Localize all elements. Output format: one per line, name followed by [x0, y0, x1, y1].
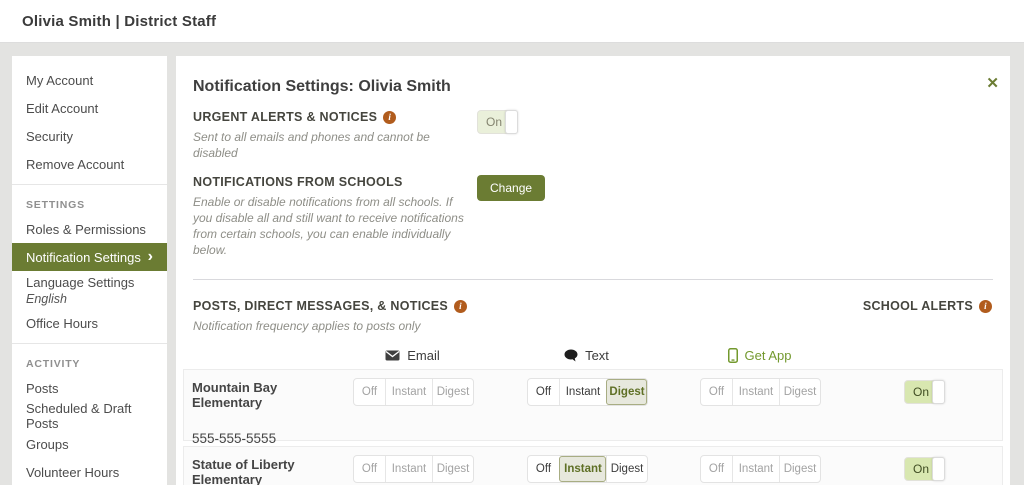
sidebar-item-remove-account[interactable]: Remove Account: [12, 150, 167, 178]
section-divider: [193, 279, 993, 280]
urgent-alerts-section: URGENT ALERTS & NOTICES i Sent to all em…: [193, 110, 992, 161]
app-instant-button[interactable]: Instant: [732, 379, 779, 405]
toggle-knob: [932, 380, 945, 404]
app-frequency-group: Off Instant Digest: [700, 378, 821, 406]
email-digest-button[interactable]: Digest: [432, 379, 473, 405]
posts-section-header: POSTS, DIRECT MESSAGES, & NOTICES i Noti…: [176, 299, 1010, 334]
app-digest-button[interactable]: Digest: [779, 379, 820, 405]
sidebar-item-my-account[interactable]: My Account: [12, 66, 167, 94]
toggle-state-label: On: [913, 385, 930, 399]
sidebar-item-label: Language Settings: [26, 274, 135, 290]
urgent-alerts-description: Sent to all emails and phones and cannot…: [193, 130, 430, 160]
school-row-mountain-bay: Mountain Bay Elementary 555-555-5555 Off…: [183, 369, 1003, 446]
notifications-from-schools-heading: NOTIFICATIONS FROM SCHOOLS: [193, 175, 403, 189]
text-frequency-group: Off Instant Digest: [527, 455, 648, 483]
channel-column-headers: Email Text Get App: [183, 348, 1003, 363]
email-off-button[interactable]: Off: [354, 379, 385, 405]
text-instant-button[interactable]: Instant: [559, 456, 606, 482]
app-digest-button[interactable]: Digest: [779, 456, 820, 482]
text-off-button[interactable]: Off: [528, 379, 559, 405]
email-instant-button[interactable]: Instant: [385, 379, 432, 405]
text-digest-button[interactable]: Digest: [606, 456, 647, 482]
notification-settings-panel: ✕ Notification Settings: Olivia Smith UR…: [176, 56, 1010, 485]
sidebar-item-label: My Account: [26, 72, 94, 88]
sidebar-section-settings: Settings: [26, 199, 85, 211]
notifications-from-schools-description: Enable or disable notifications from all…: [193, 195, 464, 257]
change-button[interactable]: Change: [477, 175, 546, 201]
app-instant-button[interactable]: Instant: [732, 456, 779, 482]
sidebar-item-roles-permissions[interactable]: Roles & Permissions: [12, 215, 167, 243]
sidebar-item-label: Scheduled & Draft Posts: [26, 401, 132, 431]
info-icon[interactable]: i: [979, 299, 992, 313]
app-off-button[interactable]: Off: [701, 379, 732, 405]
sidebar-item-posts[interactable]: Posts: [12, 374, 167, 402]
close-icon[interactable]: ✕: [986, 76, 999, 91]
notifications-from-schools-section: NOTIFICATIONS FROM SCHOOLS Enable or dis…: [193, 175, 992, 258]
toggle-state-label: On: [913, 462, 930, 476]
email-off-button[interactable]: Off: [354, 456, 385, 482]
school-phone: 555-555-5555: [192, 431, 277, 446]
text-digest-button[interactable]: Digest: [606, 379, 647, 405]
sidebar-item-label: Roles & Permissions: [26, 221, 146, 237]
email-frequency-group: Off Instant Digest: [353, 378, 474, 406]
user-context-title: Olivia Smith | District Staff: [22, 12, 217, 30]
sidebar-item-volunteer-hours[interactable]: Volunteer Hours: [12, 458, 167, 485]
info-icon[interactable]: i: [454, 299, 468, 313]
email-column-label: Email: [407, 348, 440, 363]
sidebar-item-label: Groups: [26, 436, 69, 452]
text-column-label: Text: [585, 348, 609, 363]
sidebar-item-office-hours[interactable]: Office Hours: [12, 309, 167, 337]
toggle-state-label: On: [486, 115, 503, 129]
school-notification-rows: Mountain Bay Elementary 555-555-5555 Off…: [183, 369, 1003, 485]
text-frequency-group: Off Instant Digest: [527, 378, 648, 406]
posts-description: Notification frequency applies to posts …: [193, 319, 421, 333]
sidebar-item-label: Security: [26, 128, 73, 144]
sidebar-item-language-settings[interactable]: Language Settings English: [12, 271, 167, 309]
email-instant-button[interactable]: Instant: [385, 456, 432, 482]
school-row-statue-of-liberty: Statue of Liberty Elementary 555-555-555…: [183, 446, 1003, 485]
toggle-knob: [505, 110, 518, 134]
page-title: Notification Settings: Olivia Smith: [193, 78, 451, 95]
sidebar-divider: [12, 343, 167, 344]
sidebar-item-label: Edit Account: [26, 100, 99, 116]
email-frequency-group: Off Instant Digest: [353, 455, 474, 483]
app-frequency-group: Off Instant Digest: [700, 455, 821, 483]
get-app-link[interactable]: Get App: [745, 348, 792, 363]
sidebar-item-groups[interactable]: Groups: [12, 430, 167, 458]
page-layout: My Account Edit Account Security Remove …: [0, 42, 1024, 485]
sidebar-item-edit-account[interactable]: Edit Account: [12, 94, 167, 122]
toggle-knob: [932, 457, 945, 481]
language-current-value: English: [26, 291, 67, 306]
school-alerts-toggle[interactable]: On: [904, 457, 945, 481]
text-message-icon: [564, 349, 578, 362]
email-digest-button[interactable]: Digest: [432, 456, 473, 482]
info-icon[interactable]: i: [383, 110, 397, 124]
sidebar-item-label: Posts: [26, 380, 59, 396]
sidebar-item-notification-settings[interactable]: Notification Settings ›: [12, 243, 167, 271]
text-off-button[interactable]: Off: [528, 456, 559, 482]
mobile-app-icon: [727, 348, 738, 363]
school-alerts-toggle[interactable]: On: [904, 380, 945, 404]
sidebar-item-scheduled-draft-posts[interactable]: Scheduled & Draft Posts: [12, 401, 167, 431]
text-instant-button[interactable]: Instant: [559, 379, 606, 405]
sidebar-section-activity: Activity: [26, 358, 81, 370]
urgent-alerts-heading: URGENT ALERTS & NOTICES: [193, 110, 378, 124]
sidebar-divider: [12, 184, 167, 185]
app-off-button[interactable]: Off: [701, 456, 732, 482]
sidebar-item-security[interactable]: Security: [12, 122, 167, 150]
sidebar-item-label: Remove Account: [26, 156, 125, 172]
sidebar: My Account Edit Account Security Remove …: [12, 56, 167, 485]
sidebar-item-label: Volunteer Hours: [26, 464, 120, 480]
sidebar-item-label: Notification Settings: [26, 249, 141, 265]
chevron-right-icon: ›: [147, 248, 153, 265]
sidebar-item-label: Office Hours: [26, 315, 99, 331]
window-header: Olivia Smith | District Staff: [0, 0, 1024, 42]
school-alerts-heading: SCHOOL ALERTS: [862, 299, 973, 313]
school-name: Mountain Bay Elementary: [192, 380, 278, 410]
posts-heading: POSTS, DIRECT MESSAGES, & NOTICES: [193, 299, 449, 313]
email-icon: [385, 350, 400, 361]
urgent-alerts-toggle[interactable]: On: [477, 110, 518, 134]
school-name: Statue of Liberty Elementary: [192, 457, 295, 485]
